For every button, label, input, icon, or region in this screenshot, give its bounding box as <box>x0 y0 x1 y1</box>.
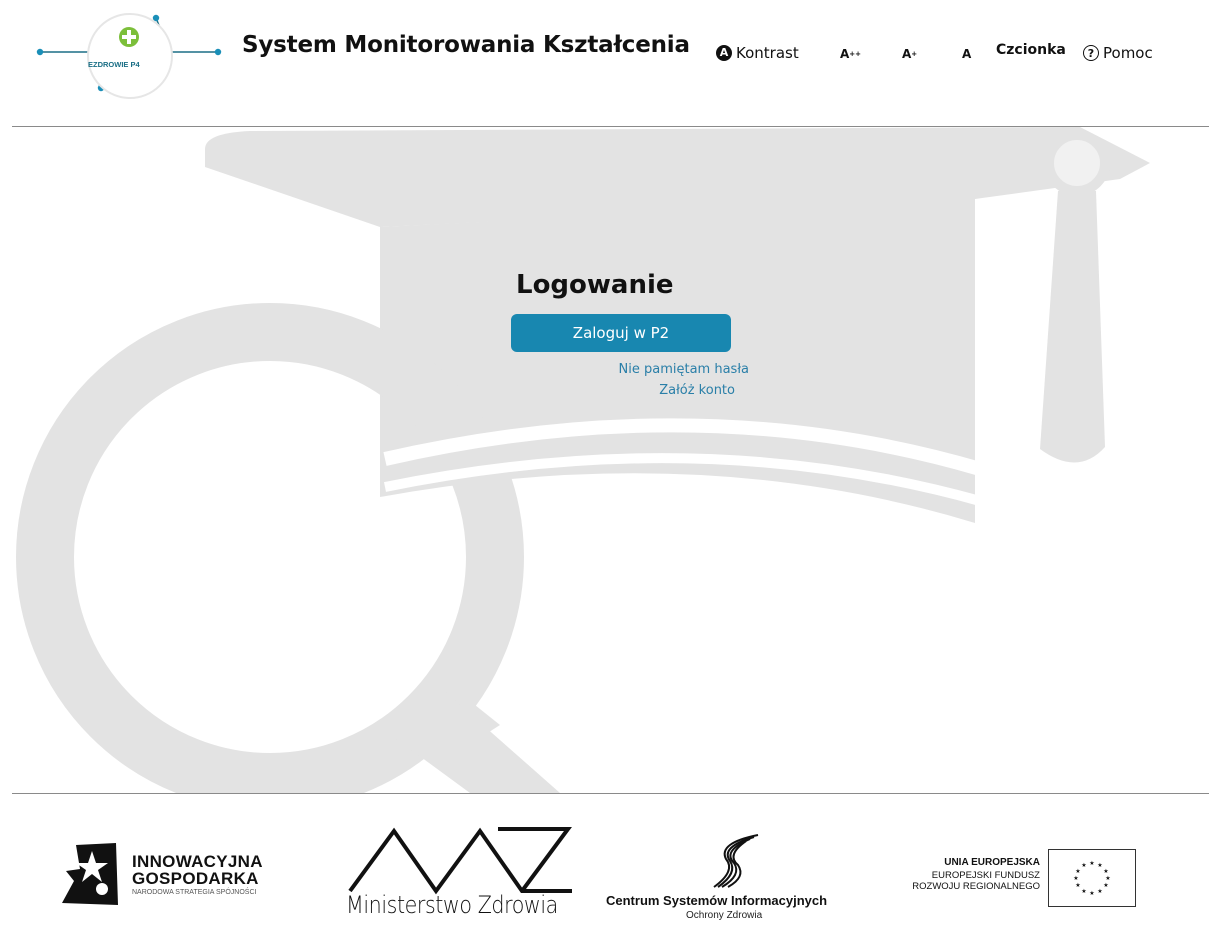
svg-text:★: ★ <box>1097 888 1102 895</box>
contrast-button[interactable]: A Kontrast <box>716 44 799 62</box>
font-normal-button[interactable]: A <box>962 47 971 61</box>
page-title: System Monitorowania Kształcenia <box>242 32 690 58</box>
register-link[interactable]: Załóż konto <box>659 383 735 398</box>
contrast-label: Kontrast <box>736 44 799 62</box>
footer-logos: INNOWACYJNA GOSPODARKA NARODOWA STRATEGI… <box>0 795 1209 926</box>
background-illustration <box>0 127 1209 793</box>
svg-text:★: ★ <box>1103 868 1108 875</box>
login-p2-button[interactable]: Zaloguj w P2 <box>511 314 731 352</box>
font-large-sup: ++ <box>849 50 862 58</box>
ministerstwo-zdrowia-logo: Ministerstwo Zdrowia <box>346 825 576 925</box>
ezdrowie-logo-graphic <box>36 13 222 99</box>
font-large-button[interactable]: A ++ <box>840 47 861 61</box>
ue-line1: UNIA EUROPEJSKA <box>944 857 1040 868</box>
svg-text:★: ★ <box>1105 875 1110 882</box>
innowacyjna-star-icon <box>62 843 118 905</box>
ministerstwo-label: Ministerstwo Zdrowia <box>346 891 558 919</box>
header: EZDROWIE P4 System Monitorowania Kształc… <box>0 0 1209 126</box>
login-title: Logowanie <box>516 270 674 300</box>
font-medium-label: A <box>902 47 912 61</box>
mz-zigzag-icon <box>348 827 572 895</box>
footer-divider <box>12 793 1209 794</box>
ue-line2: EUROPEJSKI FUNDUSZ <box>931 870 1040 881</box>
font-normal-label: A <box>962 47 972 61</box>
graduation-cap-magnifier-icon <box>16 127 1150 793</box>
font-label: Czcionka <box>996 42 1066 58</box>
font-large-label: A <box>840 47 850 61</box>
font-medium-button[interactable]: A + <box>902 47 917 61</box>
svg-text:★: ★ <box>1073 875 1078 882</box>
svg-text:★: ★ <box>1075 868 1080 875</box>
font-medium-sup: + <box>911 50 918 58</box>
logo-text: EZDROWIE P4 <box>88 60 140 69</box>
ue-line3: ROZWOJU REGIONALNEGO <box>912 881 1040 892</box>
eu-flag-icon: ★ ★ ★ ★ ★ ★ ★ ★ ★ ★ ★ ★ <box>1048 849 1136 907</box>
eu-stars-icon: ★ ★ ★ ★ ★ ★ ★ ★ ★ ★ ★ ★ <box>1073 860 1110 897</box>
csioz-logo: Centrum Systemów Informacyjnych Ochrony … <box>606 833 866 923</box>
forgot-password-link[interactable]: Nie pamiętam hasła <box>619 362 749 377</box>
help-label: Pomoc <box>1103 44 1153 62</box>
csioz-sub: Ochrony Zdrowia <box>686 910 763 921</box>
svg-text:★: ★ <box>1103 882 1108 889</box>
csioz-name: Centrum Systemów Informacyjnych <box>606 893 828 908</box>
ezdrowie-logo[interactable]: EZDROWIE P4 <box>30 10 230 100</box>
innowacyjna-line2: GOSPODARKA <box>132 869 259 888</box>
help-button[interactable]: ? Pomoc <box>1083 44 1153 62</box>
svg-text:★: ★ <box>1081 888 1086 895</box>
svg-text:★: ★ <box>1075 882 1080 889</box>
contrast-icon: A <box>716 45 732 61</box>
help-circle-icon: ? <box>1083 45 1099 61</box>
innowacyjna-gospodarka-logo: INNOWACYJNA GOSPODARKA NARODOWA STRATEGI… <box>58 841 308 907</box>
svg-text:★: ★ <box>1081 862 1086 869</box>
csioz-swirl-icon <box>713 834 759 888</box>
unia-europejska-logo: UNIA EUROPEJSKA EUROPEJSKI FUNDUSZ ROZWO… <box>880 849 1140 909</box>
svg-text:★: ★ <box>1089 860 1094 867</box>
svg-text:★: ★ <box>1097 862 1102 869</box>
svg-text:★: ★ <box>1089 890 1094 897</box>
innowacyjna-sub: NARODOWA STRATEGIA SPÓJNOŚCI <box>132 889 257 896</box>
